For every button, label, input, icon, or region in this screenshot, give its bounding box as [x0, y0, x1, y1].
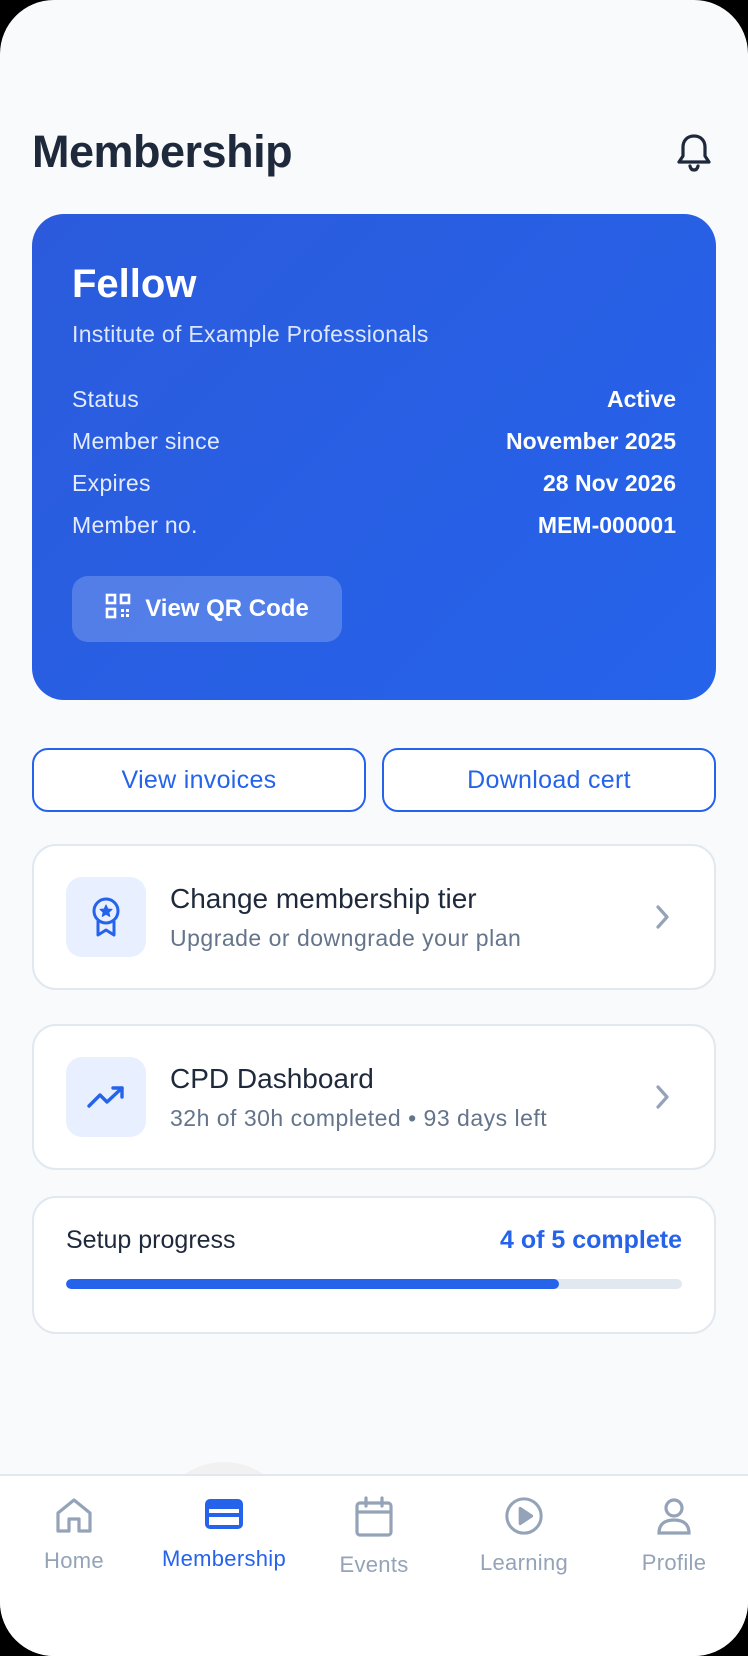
- detail-label: Status: [72, 385, 140, 412]
- download-cert-button[interactable]: Download cert: [382, 748, 716, 812]
- play-circle-icon: [503, 1496, 545, 1542]
- detail-row-status: Status Active: [72, 378, 676, 420]
- detail-row-member-no: Member no. MEM-000001: [72, 504, 676, 546]
- cpd-dashboard-card[interactable]: CPD Dashboard 32h of 30h completed • 93 …: [32, 1024, 716, 1170]
- detail-value: MEM-000001: [537, 511, 676, 538]
- detail-label: Member no.: [72, 511, 198, 538]
- user-icon: [654, 1496, 694, 1542]
- trending-up-icon: [66, 1057, 146, 1137]
- progress-track: [66, 1279, 682, 1289]
- detail-row-expires: Expires 28 Nov 2026: [72, 462, 676, 504]
- view-qr-code-label: View QR Code: [145, 595, 309, 622]
- detail-value: Active: [606, 385, 676, 412]
- setup-progress-header: Setup progress 4 of 5 complete: [66, 1226, 682, 1255]
- change-tier-card[interactable]: Change membership tier Upgrade or downgr…: [32, 844, 716, 990]
- page-title: Membership: [32, 126, 293, 177]
- detail-value: 28 Nov 2026: [543, 469, 676, 496]
- organization-name: Institute of Example Professionals: [72, 321, 429, 347]
- setup-progress-card: Setup progress 4 of 5 complete: [32, 1196, 716, 1334]
- detail-row-member-since: Member since November 2025: [72, 420, 676, 462]
- change-tier-text: Change membership tier Upgrade or downgr…: [170, 883, 642, 952]
- bottom-tab-bar: Home Membership Events Learning Profile: [0, 1474, 748, 1656]
- action-buttons: View invoices Download cert: [32, 748, 716, 812]
- cpd-title: CPD Dashboard: [170, 1062, 374, 1094]
- detail-label: Expires: [72, 469, 151, 496]
- home-icon: [54, 1496, 94, 1540]
- tab-profile[interactable]: Profile: [604, 1476, 744, 1604]
- change-tier-title: Change membership tier: [170, 882, 477, 914]
- header: Membership: [32, 120, 716, 184]
- tab-label: Events: [339, 1552, 409, 1577]
- setup-progress-label: Setup progress: [66, 1226, 236, 1254]
- tab-label: Home: [44, 1548, 104, 1573]
- progress-fill: [66, 1279, 559, 1289]
- membership-tier: Fellow: [72, 262, 197, 306]
- detail-value: November 2025: [505, 427, 676, 454]
- chevron-right-icon: [642, 904, 682, 930]
- tab-events[interactable]: Events: [304, 1476, 444, 1604]
- tab-home[interactable]: Home: [4, 1476, 144, 1604]
- membership-card: Fellow Institute of Example Professional…: [32, 214, 716, 700]
- calendar-icon: [354, 1496, 394, 1544]
- qr-code-icon: [105, 593, 131, 626]
- view-qr-code-button[interactable]: View QR Code: [72, 576, 342, 642]
- award-icon: [66, 877, 146, 957]
- credit-card-icon: [203, 1496, 245, 1538]
- detail-label: Member since: [72, 427, 221, 454]
- tab-label: Profile: [641, 1550, 707, 1575]
- chevron-right-icon: [642, 1084, 682, 1110]
- cpd-text: CPD Dashboard 32h of 30h completed • 93 …: [170, 1063, 642, 1132]
- view-invoices-button[interactable]: View invoices: [32, 748, 366, 812]
- membership-details: Status Active Member since November 2025…: [72, 378, 676, 546]
- tab-label: Learning: [479, 1550, 569, 1575]
- bell-icon[interactable]: [672, 130, 716, 174]
- tab-learning[interactable]: Learning: [454, 1476, 594, 1604]
- setup-progress-status: 4 of 5 complete: [500, 1226, 682, 1254]
- cpd-subtitle: 32h of 30h completed • 93 days left: [170, 1104, 548, 1131]
- tab-label: Membership: [161, 1546, 287, 1571]
- app-screen: Membership Fellow Institute of Example P…: [0, 0, 748, 1656]
- change-tier-subtitle: Upgrade or downgrade your plan: [170, 924, 522, 951]
- tab-membership[interactable]: Membership: [154, 1476, 294, 1604]
